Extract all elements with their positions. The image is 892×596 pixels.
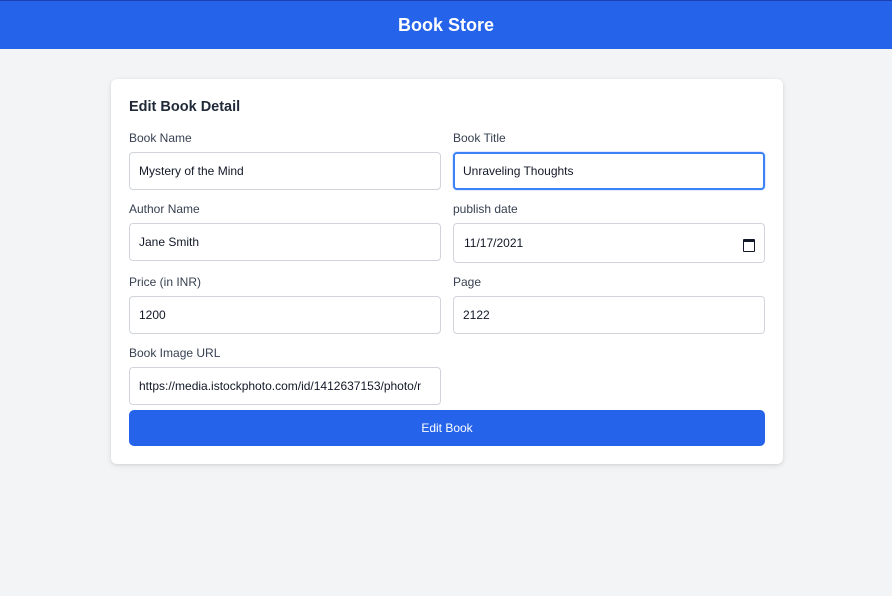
page-value: 2122	[463, 308, 490, 322]
author-name-input[interactable]: Jane Smith	[129, 223, 441, 261]
book-name-input[interactable]: Mystery of the Mind	[129, 152, 441, 190]
page-label: Page	[453, 275, 482, 289]
book-name-field: Book Name Mystery of the Mind	[129, 131, 441, 190]
calendar-icon[interactable]	[742, 237, 755, 252]
app-header: Book Store	[0, 0, 892, 49]
publish-date-value: 11/17/2021	[464, 236, 524, 250]
image-url-label: Book Image URL	[129, 346, 221, 360]
edit-book-button[interactable]: Edit Book	[129, 410, 765, 446]
book-name-value: Mystery of the Mind	[139, 164, 244, 178]
book-title-value: Unraveling Thoughts	[463, 164, 574, 178]
price-label: Price (in INR)	[129, 275, 202, 289]
page-field: Page 2122	[453, 275, 765, 334]
book-title-input[interactable]: Unraveling Thoughts	[453, 152, 765, 190]
author-name-value: Jane Smith	[139, 235, 200, 249]
price-field: Price (in INR) 1200	[129, 275, 441, 334]
app-title: Book Store	[397, 14, 494, 35]
form-title: Edit Book Detail	[129, 99, 241, 115]
image-url-value: https://media.istockphoto.com/id/1412637…	[139, 379, 422, 393]
publish-date-input[interactable]: 11/17/2021	[453, 223, 765, 263]
author-name-label: Author Name	[129, 202, 200, 216]
image-url-field: Book Image URL https://media.istockphoto…	[129, 346, 441, 405]
edit-book-card: Edit Book Detail Book Name Mystery of th…	[111, 79, 783, 464]
page-input[interactable]: 2122	[453, 296, 765, 334]
book-title-field: Book Title Unraveling Thoughts	[453, 131, 765, 190]
image-url-input[interactable]: https://media.istockphoto.com/id/1412637…	[129, 367, 441, 405]
publish-date-field: publish date 11/17/2021	[453, 202, 765, 263]
book-name-label: Book Name	[129, 131, 192, 145]
publish-date-label: publish date	[453, 202, 518, 216]
book-title-label: Book Title	[453, 131, 506, 145]
author-name-field: Author Name Jane Smith	[129, 202, 441, 261]
price-value: 1200	[139, 308, 166, 322]
price-input[interactable]: 1200	[129, 296, 441, 334]
